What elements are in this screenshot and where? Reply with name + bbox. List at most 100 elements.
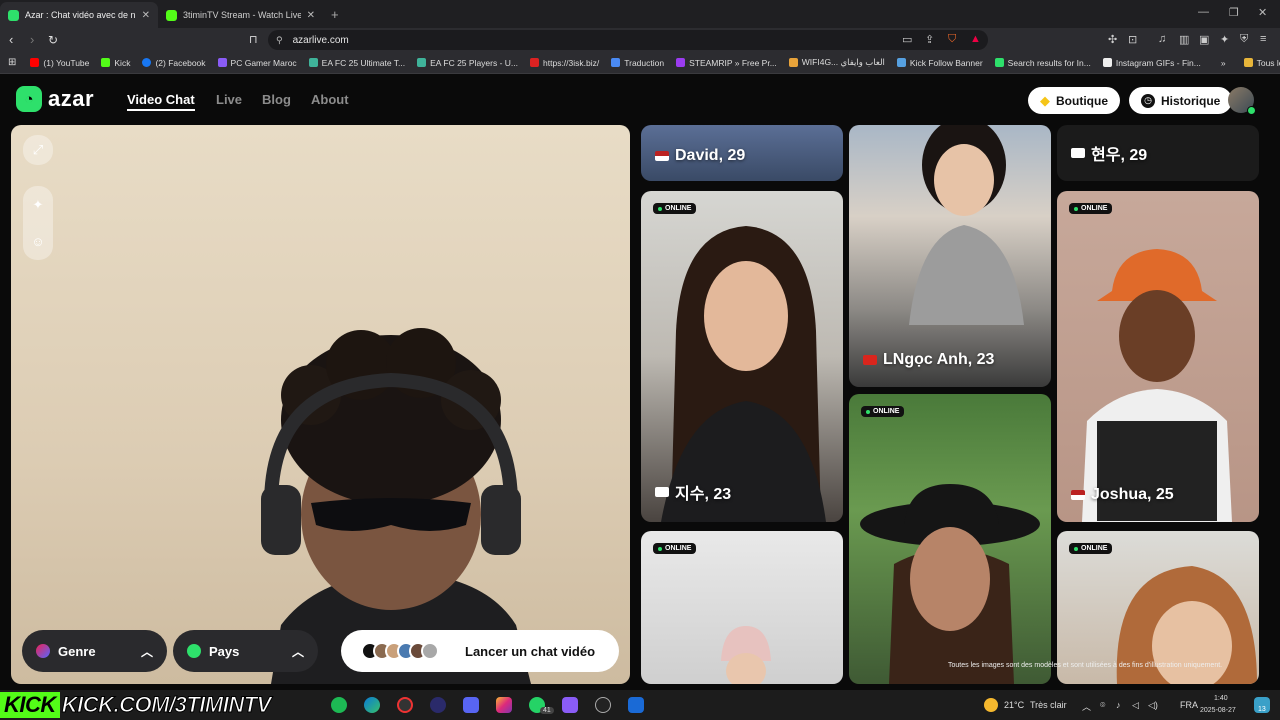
bookmark-label: WIFI4G... العاب وايفاي — [801, 57, 885, 67]
nav-blog[interactable]: Blog — [262, 92, 291, 107]
microphone-icon[interactable]: ♪ — [1116, 700, 1121, 710]
user-avatar[interactable] — [1228, 87, 1256, 115]
wallet-icon[interactable]: ▣ — [1199, 33, 1209, 46]
edge-icon[interactable] — [364, 697, 380, 713]
kr-flag-icon — [655, 487, 669, 497]
nav-about[interactable]: About — [311, 92, 349, 107]
nav-video-chat[interactable]: Video Chat — [127, 92, 195, 111]
close-tab-icon[interactable]: ✕ — [307, 10, 315, 21]
close-tab-icon[interactable]: ✕ — [142, 10, 150, 21]
clock-time[interactable]: 1:40 — [1214, 695, 1228, 702]
extensions-icon[interactable]: ✣ — [1108, 33, 1117, 46]
launch-video-chat-button[interactable]: Lancer un chat vidéo — [341, 630, 619, 672]
restore-icon[interactable]: ❐ — [1229, 6, 1239, 19]
profile-photo — [1082, 249, 1232, 522]
historique-button[interactable]: ◷ Historique — [1129, 87, 1233, 114]
app-icon[interactable] — [430, 697, 446, 713]
profile-card-hyunwoo[interactable]: 현우, 29 — [1057, 125, 1259, 181]
azar-logo[interactable]: ◔ azar — [16, 86, 94, 112]
boutique-button[interactable]: ◆ Boutique — [1028, 87, 1120, 114]
language-indicator[interactable]: FRA — [1180, 700, 1198, 710]
globe-icon — [187, 644, 201, 658]
genre-label: Genre — [58, 643, 96, 659]
bookmark-label: Tous les favoris — [1256, 57, 1280, 68]
genre-filter[interactable]: Genre ︿ — [22, 630, 167, 672]
weather-temp[interactable]: 21°C — [1004, 700, 1024, 710]
bookmark-traduction[interactable]: Traduction — [611, 58, 664, 68]
cast-icon[interactable]: ▭ — [902, 33, 912, 46]
tray-chevron-icon[interactable]: ︿ — [1082, 700, 1091, 713]
face-filter-icon[interactable]: ☺ — [31, 234, 44, 249]
bookmark-eafc2[interactable]: EA FC 25 Players - U... — [417, 58, 518, 68]
bookmark-facebook[interactable]: (2) Facebook — [142, 58, 206, 68]
sidebar-icon[interactable]: ▥ — [1179, 33, 1189, 46]
app-icon[interactable] — [628, 697, 644, 713]
bookmark-steamrip[interactable]: STEAMRIP » Free Pr... — [676, 58, 777, 68]
bookmark-page-icon[interactable]: ⊓ — [249, 32, 258, 48]
network-icon[interactable]: ⌾ — [1100, 700, 1105, 711]
bookmark-search[interactable]: Search results for In... — [994, 58, 1091, 68]
bookmark-kickbanner[interactable]: Kick Follow Banner — [896, 58, 983, 68]
media-player-icon[interactable] — [595, 697, 611, 713]
brave-shield-icon[interactable]: ⛉ — [948, 33, 956, 46]
online-dot — [1247, 106, 1256, 115]
game-controller-icon[interactable] — [562, 697, 578, 713]
azar-logo-icon: ◔ — [16, 86, 42, 112]
profile-card-jisu[interactable]: ONLINE 지수, 23 — [641, 191, 843, 522]
instagram-icon[interactable] — [496, 697, 512, 713]
reload-icon[interactable]: ↻ — [48, 32, 58, 48]
back-icon[interactable]: ‹ — [9, 32, 13, 48]
volume-icon[interactable]: ◁) — [1148, 700, 1158, 711]
profile-card-joshua[interactable]: ONLINE Joshua, 25 — [1057, 191, 1259, 522]
webcam-preview: ⤢ ✦ ☺ Genre ︿ Pays ︿ Lancer un chat vidé… — [11, 125, 630, 684]
clock-date[interactable]: 2025-08-27 — [1200, 707, 1236, 714]
speaker-icon[interactable]: ◁ — [1132, 700, 1139, 711]
bookmark-pcgamer[interactable]: PC Gamer Maroc — [217, 58, 297, 68]
bookmark-label: (1) YouTube — [43, 57, 90, 68]
pays-filter[interactable]: Pays ︿ — [173, 630, 318, 672]
address-bar[interactable]: ⚲ azarlive.com — [268, 30, 988, 50]
all-bookmarks-folder[interactable]: Tous les favoris — [1243, 57, 1280, 68]
vpn-icon[interactable]: ⛨ — [1240, 33, 1248, 46]
profile-name: 현우, 29 — [1071, 141, 1147, 165]
minimize-icon[interactable]: — — [1198, 6, 1209, 18]
profile-photo — [661, 226, 826, 522]
bookmark-kick[interactable]: Kick — [101, 58, 130, 68]
menu-icon[interactable]: ≡ — [1260, 33, 1266, 45]
bookmark-3isk[interactable]: https://3isk.biz/ — [530, 58, 599, 68]
media-icon[interactable]: ♫ — [1158, 33, 1166, 45]
more-bookmarks-icon[interactable]: » — [1221, 58, 1226, 68]
us-flag-icon — [655, 151, 669, 161]
weather-icon[interactable] — [984, 698, 998, 712]
close-window-icon[interactable]: ✕ — [1258, 6, 1267, 19]
spotify-icon[interactable] — [331, 697, 347, 713]
profile-card-winter[interactable]: ONLINE — [641, 531, 843, 684]
bookmark-eafc1[interactable]: EA FC 25 Ultimate T... — [308, 58, 405, 68]
bookmark-label: STEAMRIP » Free Pr... — [689, 57, 777, 68]
app-icon[interactable] — [397, 697, 413, 713]
kick-url-text: KICK.COM/3TIMINTV — [61, 692, 272, 718]
nav-live[interactable]: Live — [216, 92, 242, 107]
bookmark-wifi4g[interactable]: WIFI4G... العاب وايفاي — [788, 57, 885, 68]
expand-button[interactable]: ⤢ — [23, 135, 53, 165]
screenshot-icon[interactable]: ⊡ — [1128, 33, 1137, 46]
new-tab-button[interactable]: + — [331, 7, 339, 22]
bookmark-youtube[interactable]: (1) YouTube — [30, 58, 89, 68]
notification-count: 13 — [1258, 706, 1266, 713]
forward-icon[interactable]: › — [30, 32, 34, 48]
profile-card-hat-woman[interactable]: ONLINE — [849, 394, 1051, 684]
brave-rewards-icon[interactable]: ▲ — [970, 33, 981, 45]
apps-grid-icon[interactable]: ⊞ — [8, 57, 16, 68]
site-info-icon[interactable]: ⚲ — [276, 35, 283, 46]
tab-kick[interactable]: 3timinTV Stream - Watch Live on Kick ✕ — [158, 2, 323, 28]
profile-card-david[interactable]: David, 29 — [641, 125, 843, 181]
share-icon[interactable]: ⇪ — [925, 33, 934, 46]
tab-azar[interactable]: Azar : Chat vidéo avec de no... ✕ — [0, 2, 158, 28]
leo-ai-icon[interactable]: ✦ — [1220, 33, 1229, 46]
online-badge: ONLINE — [653, 203, 697, 214]
weather-desc[interactable]: Très clair — [1030, 700, 1067, 710]
sparkle-effects-icon[interactable]: ✦ — [33, 197, 44, 213]
bookmark-instagram[interactable]: Instagram GIFs - Fin... — [1102, 58, 1201, 68]
discord-icon[interactable] — [463, 697, 479, 713]
profile-card-ngoc-anh[interactable]: LNgọc Anh, 23 — [849, 125, 1051, 387]
